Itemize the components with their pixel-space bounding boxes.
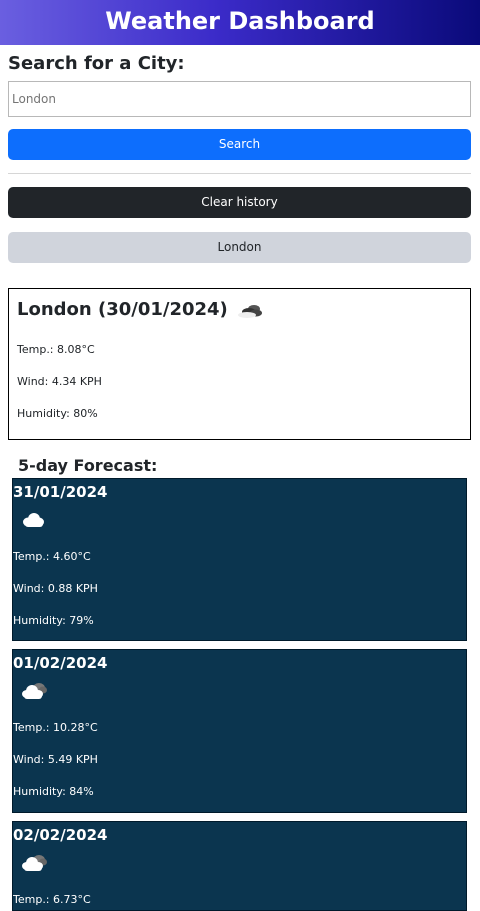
forecast-date: 01/02/2024 [13,654,108,672]
forecast-date: 02/02/2024 [13,826,108,844]
forecast-humidity: Humidity: 79% [13,614,94,627]
forecast-card: 01/02/2024 Temp.: 10.28°C Wind: 5.49 KPH… [12,649,467,813]
forecast-temp: Temp.: 10.28°C [13,721,98,734]
page-title: Weather Dashboard [105,7,375,35]
forecast-humidity: Humidity: 84% [13,785,94,798]
cloud-icon [19,510,47,534]
forecast-temp: Temp.: 6.73°C [13,893,91,906]
forecast-date: 31/01/2024 [13,483,108,501]
forecast-card: 31/01/2024 Temp.: 4.60°C Wind: 0.88 KPH … [12,478,467,641]
divider [8,173,471,174]
broken-clouds-icon [19,852,49,878]
current-temp: Temp.: 8.08°C [17,343,95,356]
clear-history-button[interactable]: Clear history [8,187,471,218]
app-header: Weather Dashboard [0,0,480,45]
current-weather-title: London (30/01/2024) [17,299,228,320]
current-humidity: Humidity: 80% [17,407,98,420]
search-button[interactable]: Search [8,129,471,160]
history-item-london[interactable]: London [8,232,471,263]
city-search-input[interactable] [8,81,471,117]
current-weather-header: London (30/01/2024) [17,298,462,322]
forecast-wind: Wind: 0.88 KPH [13,582,98,595]
forecast-wind: Wind: 5.49 KPH [13,753,98,766]
forecast-temp: Temp.: 4.60°C [13,550,91,563]
broken-clouds-icon [236,299,268,328]
forecast-heading: 5-day Forecast: [18,456,158,475]
current-weather-card: London (30/01/2024) Temp.: 8.08°C Wind: … [8,288,471,440]
search-heading: Search for a City: [8,53,185,74]
forecast-card: 02/02/2024 Temp.: 6.73°C [12,821,467,911]
current-wind: Wind: 4.34 KPH [17,375,102,388]
broken-clouds-icon [19,680,49,706]
